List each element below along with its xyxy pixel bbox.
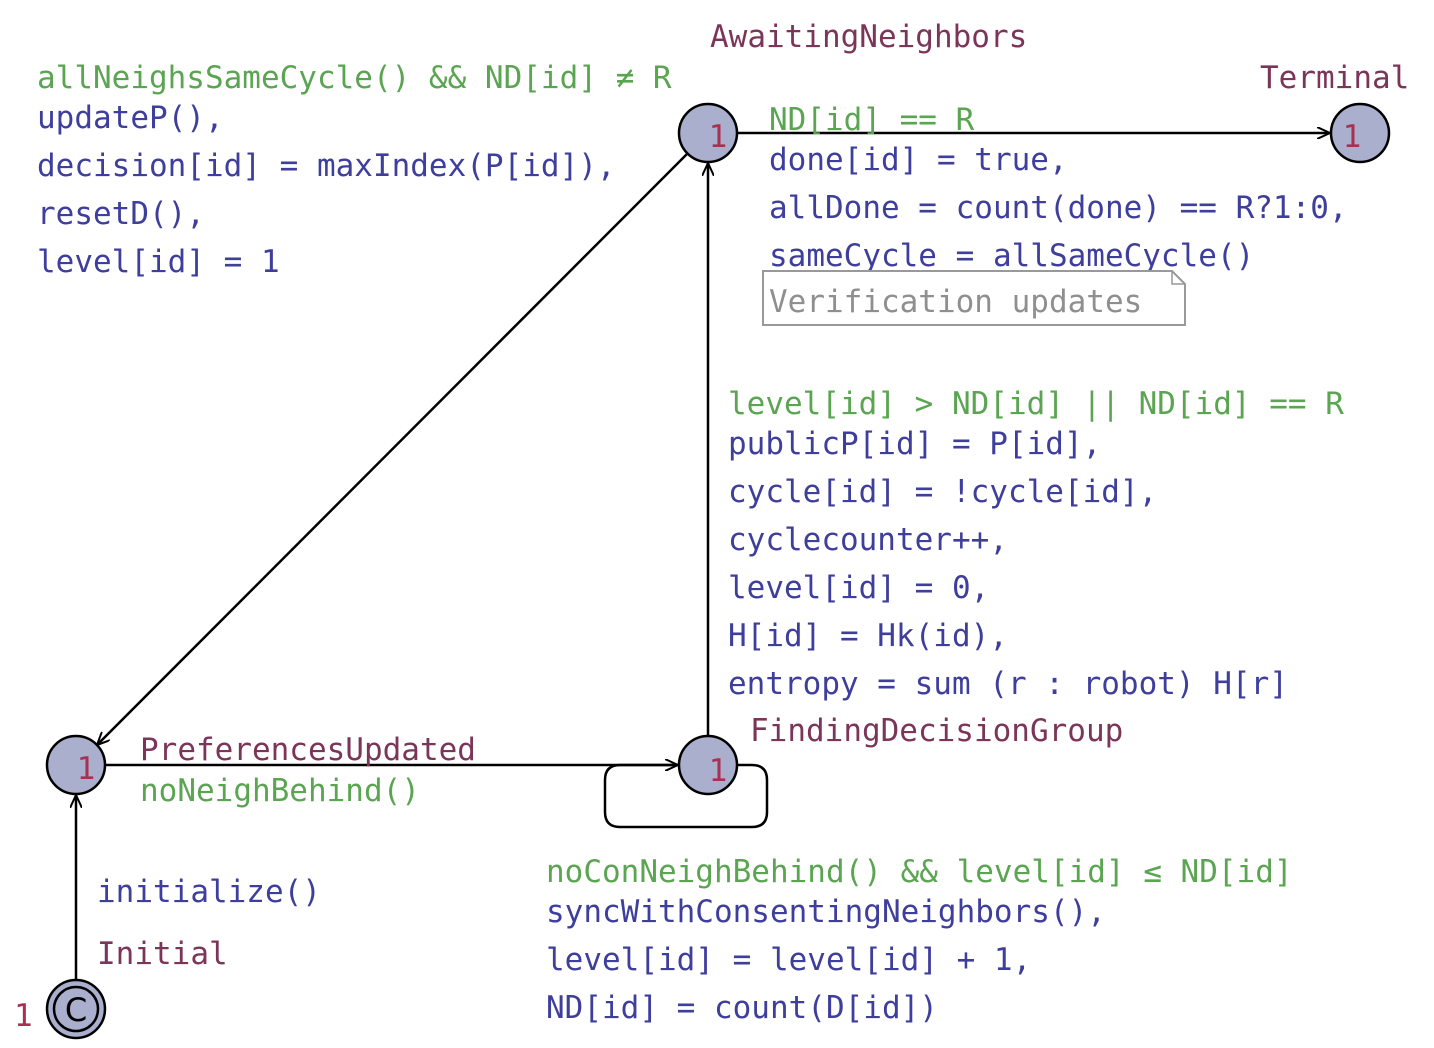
guard-label: allNeighsSameCycle() && ND[id] ≠ R bbox=[37, 60, 672, 96]
update-label: publicP[id] = P[id], bbox=[728, 426, 1101, 462]
committed-icon: C bbox=[65, 991, 87, 1029]
update-label: syncWithConsentingNeighbors(), bbox=[546, 894, 1106, 930]
update-label: level[id] = 0, bbox=[728, 570, 989, 606]
location-terminal[interactable]: 1 bbox=[1329, 102, 1391, 164]
location-count: 1 bbox=[14, 998, 33, 1034]
guard-label: noNeighBehind() bbox=[140, 773, 420, 809]
location-finding-decision-group[interactable]: 1 bbox=[677, 734, 739, 796]
note-text: Verification updates bbox=[769, 284, 1142, 320]
comment-note[interactable]: Verification updates bbox=[762, 270, 1186, 326]
update-label: cyclecounter++, bbox=[728, 522, 1008, 558]
location-name: Terminal bbox=[1260, 60, 1409, 96]
location-count: 1 bbox=[1343, 119, 1362, 155]
location-count: 1 bbox=[709, 753, 728, 789]
update-label: level[id] = level[id] + 1, bbox=[546, 942, 1031, 978]
location-preferences-updated[interactable]: 1 bbox=[45, 734, 107, 796]
update-label: H[id] = Hk(id), bbox=[728, 618, 1008, 654]
update-label: cycle[id] = !cycle[id], bbox=[728, 474, 1157, 510]
update-label: resetD(), bbox=[37, 196, 205, 232]
location-name: FindingDecisionGroup bbox=[750, 713, 1123, 749]
automaton-diagram: 1 1 1 1 C 1 AwaitingNeighbors Terminal P… bbox=[14, 19, 1409, 1040]
update-label: entropy = sum (r : robot) H[r] bbox=[728, 666, 1288, 702]
update-label: decision[id] = maxIndex(P[id]), bbox=[37, 148, 616, 184]
update-label: ND[id] = count(D[id]) bbox=[546, 990, 938, 1026]
location-name: AwaitingNeighbors bbox=[710, 19, 1027, 55]
update-label: done[id] = true, bbox=[769, 142, 1068, 178]
location-count: 1 bbox=[77, 751, 96, 787]
guard-label: ND[id] == R bbox=[769, 102, 975, 138]
location-awaiting-neighbors[interactable]: 1 bbox=[677, 102, 739, 164]
location-count: 1 bbox=[709, 119, 728, 155]
update-label: sameCycle = allSameCycle() bbox=[769, 238, 1254, 274]
guard-label: noConNeighBehind() && level[id] ≤ ND[id] bbox=[546, 854, 1293, 890]
location-initial[interactable]: C 1 bbox=[14, 978, 107, 1040]
update-label: level[id] = 1 bbox=[37, 244, 280, 280]
update-label: initialize() bbox=[97, 874, 321, 910]
update-label: updateP(), bbox=[37, 100, 224, 136]
edge-awaiting-to-preferences[interactable] bbox=[97, 152, 689, 745]
location-name: Initial bbox=[97, 936, 228, 972]
guard-label: level[id] > ND[id] || ND[id] == R bbox=[728, 386, 1344, 422]
update-label: allDone = count(done) == R?1:0, bbox=[769, 190, 1348, 226]
location-name: PreferencesUpdated bbox=[140, 732, 476, 768]
